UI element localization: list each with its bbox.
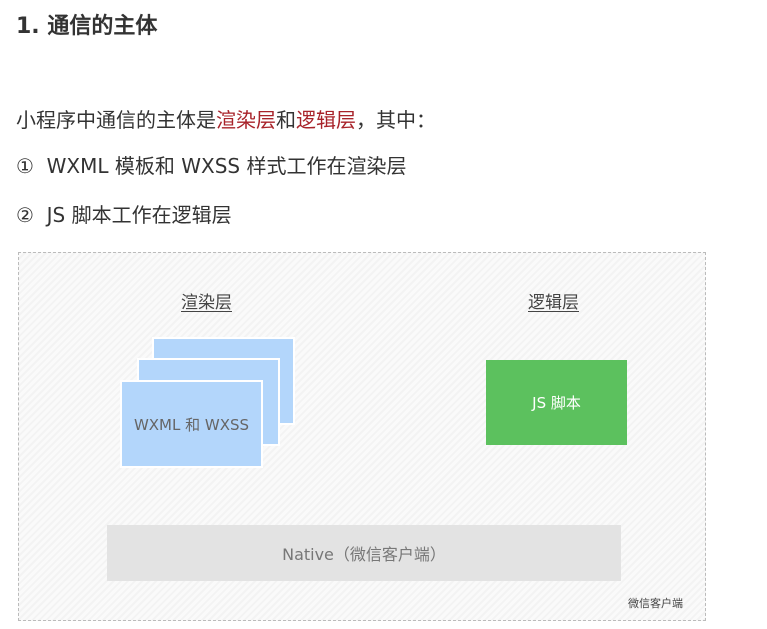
intro-logic-highlight: 逻辑层 [296, 108, 356, 132]
intro-render-highlight: 渲染层 [216, 108, 276, 132]
intro-and: 和 [276, 108, 296, 132]
list-item: ① WXML 模板和 WXSS 样式工作在渲染层 [16, 154, 407, 178]
list-item: ② JS 脚本工作在逻辑层 [16, 203, 232, 227]
intro-text: 小程序中通信的主体是渲染层和逻辑层，其中： [16, 104, 436, 133]
logic-card: JS 脚本 [486, 360, 627, 445]
render-card-front: WXML 和 WXSS [120, 380, 263, 468]
native-bar: Native（微信客户端） [107, 525, 621, 581]
intro-suffix: ，其中： [356, 108, 436, 132]
client-label: 微信客户端 [628, 597, 683, 610]
render-layer-label: 渲染层 [181, 293, 232, 313]
intro-prefix: 小程序中通信的主体是 [16, 108, 216, 132]
logic-layer-label: 逻辑层 [528, 293, 579, 313]
section-title: 1. 通信的主体 [16, 14, 158, 39]
